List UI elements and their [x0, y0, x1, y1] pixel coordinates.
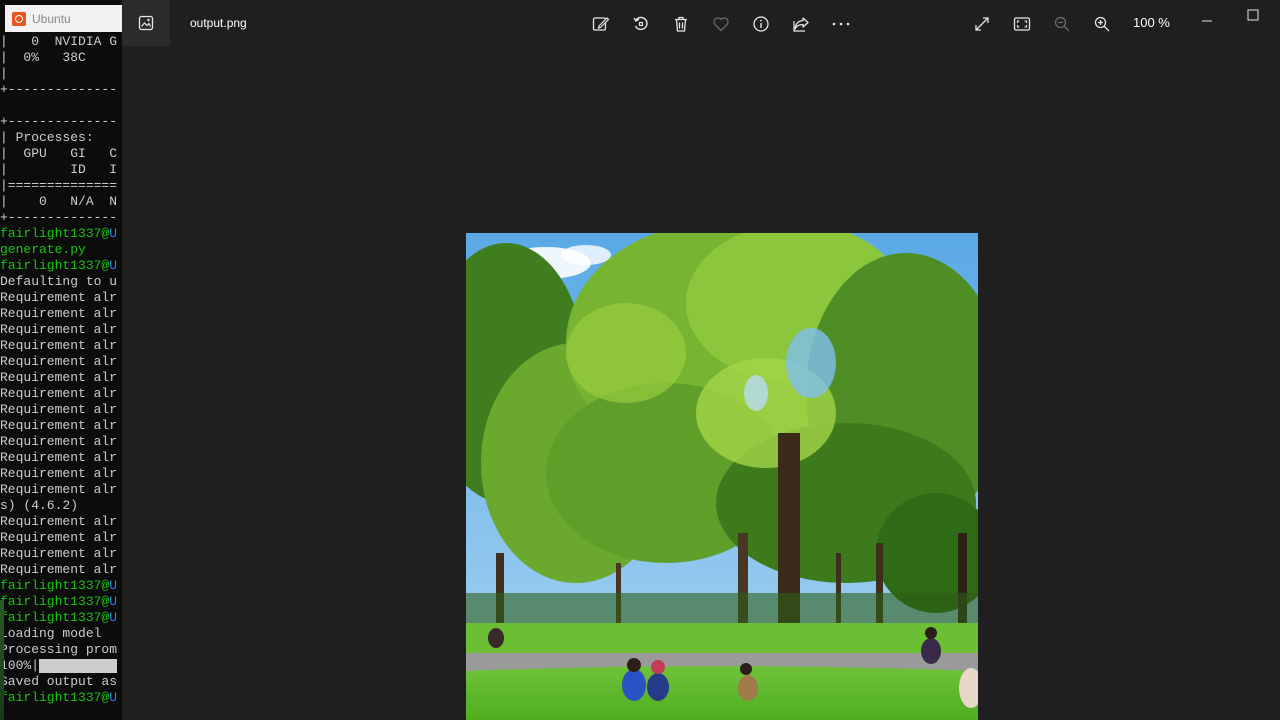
terminal-line: +--------------	[0, 210, 118, 225]
terminal-line: Requirement alr	[0, 418, 118, 433]
terminal-line: Requirement alr	[0, 290, 118, 305]
maximize-icon	[1247, 9, 1259, 21]
fit-to-window-button[interactable]	[1011, 13, 1033, 35]
maximize-button[interactable]	[1242, 4, 1264, 26]
terminal-line: Requirement alr	[0, 354, 118, 369]
favorite-button[interactable]	[710, 13, 732, 35]
share-icon	[792, 15, 810, 33]
edit-image-icon	[592, 15, 610, 33]
terminal-line: Requirement alr	[0, 338, 118, 353]
file-info-button[interactable]	[750, 13, 772, 35]
full-screen-icon	[973, 15, 991, 33]
delete-icon	[672, 15, 690, 33]
terminal-line: Processing prom	[0, 642, 118, 657]
terminal-line: Requirement alr	[0, 482, 118, 497]
desktop-wallpaper-edge	[0, 600, 4, 720]
terminal-line: Saved output as	[0, 674, 118, 689]
zoom-in-icon	[1093, 15, 1111, 33]
edit-image-button[interactable]	[590, 13, 612, 35]
terminal-line: Requirement alr	[0, 370, 118, 385]
terminal-line: fairlight1337@U	[0, 690, 122, 706]
terminal-line: Requirement alr	[0, 546, 118, 561]
prompt-host: U	[109, 226, 118, 241]
terminal-line: | Processes:	[0, 130, 94, 145]
terminal-line: +--------------	[0, 82, 118, 97]
terminal-line: Requirement alr	[0, 306, 118, 321]
zoom-level[interactable]: 100 %	[1133, 15, 1170, 30]
terminal-line: |	[0, 66, 8, 81]
terminal-line: Requirement alr	[0, 322, 118, 337]
terminal-line: Requirement alr	[0, 450, 118, 465]
full-screen-button[interactable]	[971, 13, 993, 35]
terminal-line: fairlight1337@U	[0, 578, 122, 594]
zoom-in-button[interactable]	[1091, 13, 1113, 35]
minimize-icon	[1201, 10, 1213, 22]
prompt-host: U	[109, 610, 118, 625]
progress-label: 100%|	[0, 658, 40, 673]
terminal-output: | 0 NVIDIA G | 0% 38C | +-------------- +---…	[0, 34, 122, 706]
prompt-user: fairlight1337@	[0, 594, 110, 609]
photo-viewer-window: output.png 100 %	[122, 0, 1280, 720]
terminal-line: 100%|	[0, 658, 122, 674]
fit-to-window-icon	[1013, 15, 1031, 33]
terminal-line: +--------------	[0, 114, 118, 129]
terminal-window[interactable]: Ubuntu | 0 NVIDIA G | 0% 38C | +-----------…	[0, 0, 122, 720]
terminal-line: Loading model	[0, 626, 102, 641]
prompt-user: fairlight1337@	[0, 226, 110, 241]
rotate-button[interactable]	[630, 13, 652, 35]
park-scene-image	[466, 233, 978, 720]
terminal-line: Requirement alr	[0, 434, 118, 449]
share-button[interactable]	[790, 13, 812, 35]
terminal-line: | GPU GI C	[0, 146, 118, 161]
delete-button[interactable]	[670, 13, 692, 35]
prompt-user: fairlight1337@	[0, 610, 110, 625]
minimize-button[interactable]	[1196, 5, 1218, 27]
terminal-line: fairlight1337@U	[0, 258, 122, 274]
terminal-title-bar[interactable]: Ubuntu	[5, 5, 122, 32]
terminal-line: | 0% 38C	[0, 50, 86, 65]
terminal-line: Defaulting to u	[0, 274, 118, 289]
terminal-line: Requirement alr	[0, 386, 118, 401]
terminal-line: Requirement alr	[0, 530, 118, 545]
zoom-out-icon	[1053, 15, 1071, 33]
prompt-host: U	[109, 258, 118, 273]
terminal-line: Requirement alr	[0, 562, 118, 577]
prompt-user: fairlight1337@	[0, 578, 110, 593]
prompt-host: U	[109, 690, 118, 705]
terminal-line: | ID I	[0, 162, 118, 177]
terminal-line: fairlight1337@U	[0, 226, 122, 242]
favorite-icon	[712, 15, 730, 33]
zoom-out-button[interactable]	[1051, 13, 1073, 35]
gallery-icon	[138, 15, 154, 31]
gallery-button[interactable]	[122, 0, 170, 46]
rotate-icon	[632, 15, 650, 33]
file-name: output.png	[190, 16, 247, 30]
terminal-line: Requirement alr	[0, 514, 118, 529]
prompt-user: fairlight1337@	[0, 690, 110, 705]
terminal-line: Requirement alr	[0, 466, 118, 481]
ubuntu-icon	[12, 11, 26, 26]
progress-bar	[39, 659, 118, 673]
terminal-line: Requirement alr	[0, 402, 118, 417]
terminal-line: | 0 NVIDIA G	[0, 34, 118, 49]
terminal-title: Ubuntu	[32, 11, 71, 26]
displayed-image[interactable]	[466, 233, 978, 720]
terminal-line: fairlight1337@U	[0, 610, 122, 626]
terminal-line: |==============	[0, 178, 118, 193]
terminal-line: fairlight1337@U	[0, 594, 122, 610]
terminal-line: | 0 N/A N	[0, 194, 118, 209]
prompt-user: fairlight1337@	[0, 258, 110, 273]
more-options-button[interactable]	[830, 13, 852, 35]
prompt-host: U	[109, 594, 118, 609]
file-info-icon	[752, 15, 770, 33]
more-options-icon	[831, 15, 851, 33]
terminal-line: generate.py	[0, 242, 86, 257]
prompt-host: U	[109, 578, 118, 593]
terminal-line: s) (4.6.2)	[0, 498, 79, 513]
